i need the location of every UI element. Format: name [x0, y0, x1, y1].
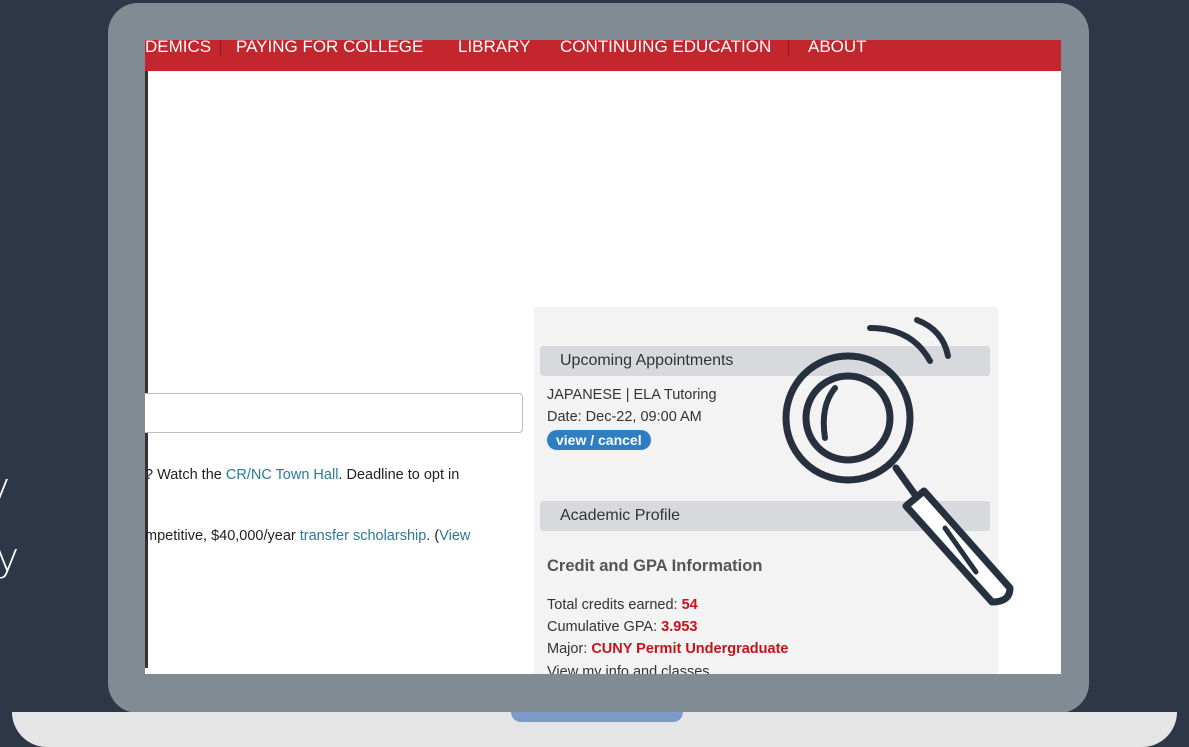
appointment-date: Date: Dec-22, 09:00 AM [547, 409, 702, 425]
view-cancel-button[interactable]: view / cancel [547, 430, 651, 450]
nav-separator [788, 40, 789, 56]
view-info-classes-link[interactable]: View my info and classes [547, 664, 710, 674]
search-input[interactable] [145, 393, 523, 433]
nav-separator [220, 40, 221, 56]
magnifying-glass-icon [782, 317, 1014, 606]
appointment-item: JAPANESE | ELA Tutoring [547, 387, 717, 403]
announcement-text: . ( [426, 528, 440, 544]
slide-text-line2: My [0, 535, 21, 581]
major-value: CUNY Permit Undergraduate [591, 641, 789, 657]
nav-item-library[interactable]: LIBRARY [458, 40, 530, 52]
announcement-line-2: mpetitive, $40,000/year transfer scholar… [145, 528, 470, 544]
credits-label: Total credits earned: [547, 597, 682, 613]
nav-item-continuing-education[interactable]: CONTINUING EDUCATION [560, 40, 771, 52]
laptop-notch [511, 712, 683, 722]
gpa-label: Cumulative GPA: [547, 619, 662, 635]
transfer-scholarship-link[interactable]: transfer scholarship [300, 528, 427, 544]
announcement-text: ? Watch the [145, 467, 226, 483]
nav-item-paying-for-college[interactable]: PAYING FOR COLLEGE [236, 40, 423, 52]
nav-item-academics[interactable]: DEMICS [145, 40, 211, 52]
slide-text-line1: ny [0, 465, 11, 511]
credit-gpa-section-title: Credit and GPA Information [547, 557, 763, 575]
nav-item-about[interactable]: ABOUT [808, 40, 867, 52]
announcement-text: mpetitive, $40,000/year [145, 528, 300, 544]
town-hall-link[interactable]: CR/NC Town Hall [226, 467, 339, 483]
cumulative-gpa-row: Cumulative GPA: 3.953 [547, 619, 697, 635]
credits-value: 54 [681, 597, 698, 613]
major-row: Major: CUNY Permit Undergraduate [547, 641, 788, 657]
total-credits-row: Total credits earned: 54 [547, 597, 698, 613]
view-link[interactable]: View [439, 528, 470, 544]
announcement-text: . Deadline to opt in [338, 467, 460, 483]
gpa-value: 3.953 [661, 619, 698, 635]
major-label: Major: [547, 641, 592, 657]
screen-bezel-edge [145, 40, 148, 668]
top-navigation-bar: DEMICS PAYING FOR COLLEGE LIBRARY CONTIN… [145, 40, 1061, 71]
announcement-line-1: ? Watch the CR/NC Town Hall. Deadline to… [145, 467, 459, 483]
